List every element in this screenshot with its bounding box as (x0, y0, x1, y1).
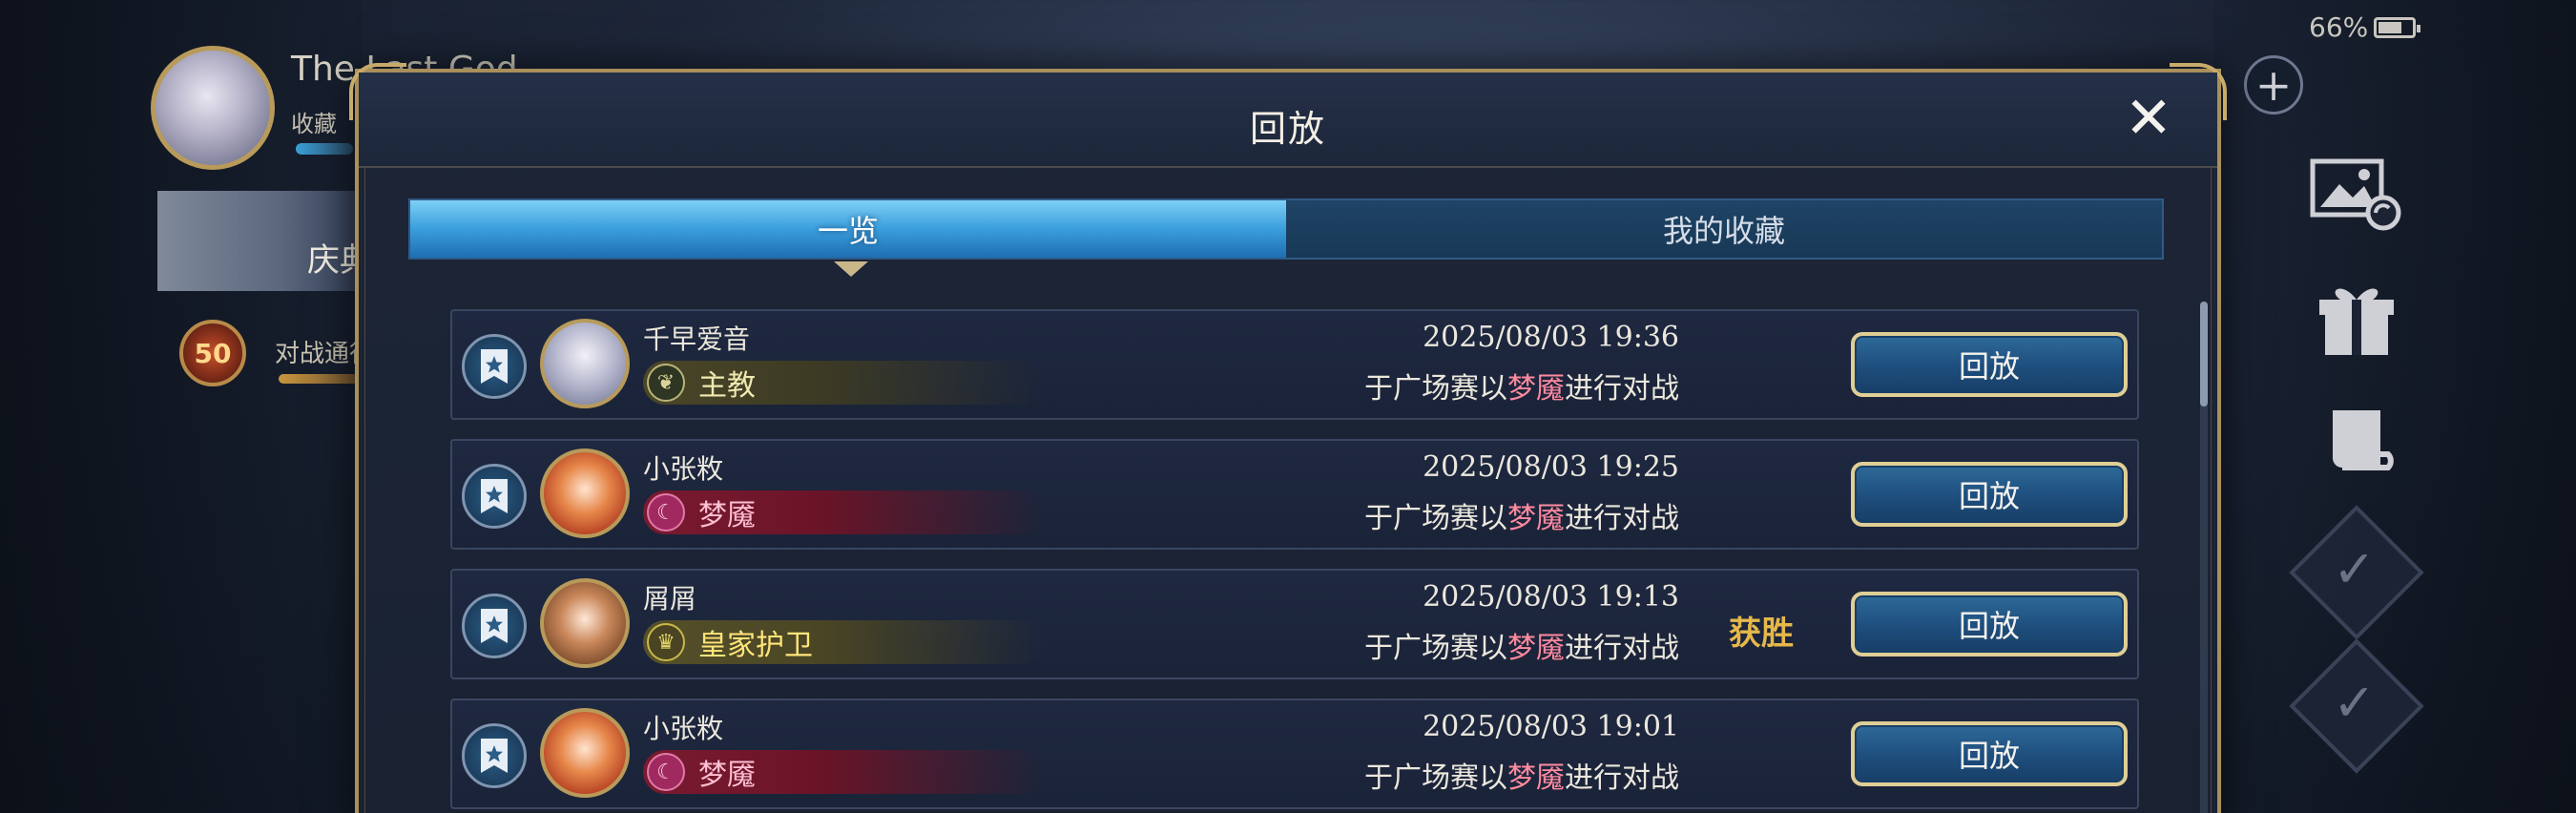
photo-refresh-icon[interactable] (2309, 157, 2404, 234)
profile-subtitle: 收藏 (291, 111, 337, 137)
desc-suffix: 进行对战 (1565, 761, 1679, 795)
class-tag: ♛ 皇家护卫 (643, 620, 1044, 664)
scroll-icon[interactable] (2314, 401, 2399, 487)
close-button[interactable]: ✕ (2122, 90, 2175, 147)
replay-row: 千早爱音 ❦ 主教 2025/08/03 19:36 于广场赛以梦魇进行对战 回… (450, 309, 2139, 420)
match-description: 于广场赛以梦魇进行对战 (1364, 494, 1679, 536)
match-description: 于广场赛以梦魇进行对战 (1364, 754, 1679, 796)
deck-name: 梦魇 (1507, 761, 1565, 795)
class-name: 主教 (698, 369, 756, 403)
opponent-name: 小张敉 (643, 713, 724, 744)
tab-overview[interactable]: 一览 (410, 200, 1286, 258)
replay-row: 小张敉 ☾ 梦魇 2025/08/03 19:25 于广场赛以梦魇进行对战 回放 (450, 439, 2139, 550)
deck-name: 梦魇 (1507, 632, 1565, 665)
replay-button[interactable]: 回放 (1851, 592, 2128, 657)
modal-title: 回放 (1249, 108, 1326, 150)
crown-icon: ♛ (647, 623, 685, 661)
class-name: 梦魇 (698, 499, 756, 532)
scroll-thumb[interactable] (2200, 302, 2208, 406)
desc-suffix: 进行对战 (1565, 632, 1679, 665)
class-name: 皇家护卫 (698, 629, 813, 662)
opponent-avatar (540, 578, 630, 668)
replay-row: 小张敉 ☾ 梦魇 2025/08/03 19:01 于广场赛以梦魇进行对战 回放 (450, 698, 2139, 809)
opponent-name: 小张敉 (643, 453, 724, 485)
desc-prefix: 于广场赛以 (1364, 502, 1507, 535)
scrollbar[interactable] (2200, 302, 2208, 813)
check-icon: ✓ (2333, 539, 2377, 599)
opponent-avatar (540, 319, 630, 408)
match-datetime: 2025/08/03 19:36 (1423, 321, 1679, 354)
leaf-icon: ❦ (647, 364, 685, 402)
class-tag: ❦ 主教 (643, 361, 1044, 405)
class-tag: ☾ 梦魇 (643, 750, 1044, 794)
battery-icon (2374, 16, 2421, 38)
modal-header: 回放 ✕ (359, 73, 2217, 168)
battery-indicator: 66% (2309, 11, 2421, 43)
profile-progress-bar (296, 143, 353, 155)
check-icon: ✓ (2333, 673, 2377, 733)
replay-list: 千早爱音 ❦ 主教 2025/08/03 19:36 于广场赛以梦魇进行对战 回… (450, 309, 2139, 813)
bookmark-star-icon (481, 479, 508, 513)
favorite-button[interactable] (462, 334, 527, 399)
nightmare-icon: ☾ (647, 753, 685, 791)
favorite-button[interactable] (462, 464, 527, 529)
bookmark-star-icon (481, 739, 508, 773)
replay-button[interactable]: 回放 (1851, 332, 2128, 397)
pass-level-badge[interactable]: 50 (179, 320, 246, 386)
tab-bar: 一览 我的收藏 (408, 198, 2164, 260)
replay-button[interactable]: 回放 (1851, 721, 2128, 786)
bookmark-star-icon (481, 349, 508, 384)
battery-percent: 66% (2309, 11, 2369, 43)
profile-avatar[interactable] (151, 46, 275, 170)
add-icon[interactable]: + (2244, 55, 2303, 115)
desc-prefix: 于广场赛以 (1364, 632, 1507, 665)
tab-my-favorites[interactable]: 我的收藏 (1286, 200, 2162, 258)
desc-prefix: 于广场赛以 (1364, 761, 1507, 795)
match-description: 于广场赛以梦魇进行对战 (1364, 624, 1679, 666)
class-tag: ☾ 梦魇 (643, 490, 1044, 534)
class-name: 梦魇 (698, 759, 756, 792)
gift-icon[interactable] (2314, 277, 2399, 363)
result-label: 获胜 (1729, 615, 1794, 653)
deck-name: 梦魇 (1507, 502, 1565, 535)
opponent-avatar (540, 448, 630, 538)
opponent-name: 屑屑 (643, 583, 697, 615)
deck-name: 梦魇 (1507, 372, 1565, 406)
desc-suffix: 进行对战 (1565, 502, 1679, 535)
nightmare-icon: ☾ (647, 493, 685, 532)
match-description: 于广场赛以梦魇进行对战 (1364, 365, 1679, 406)
pass-progress-bar (279, 374, 363, 384)
match-datetime: 2025/08/03 19:13 (1423, 580, 1679, 614)
replay-modal: 回放 ✕ 一览 我的收藏 千早爱音 ❦ 主教 2025/08/03 19:36 … (349, 63, 2227, 813)
match-datetime: 2025/08/03 19:25 (1423, 450, 1679, 484)
desc-suffix: 进行对战 (1565, 372, 1679, 406)
desc-prefix: 于广场赛以 (1364, 372, 1507, 406)
replay-button[interactable]: 回放 (1851, 462, 2128, 527)
favorite-button[interactable] (462, 594, 527, 658)
match-datetime: 2025/08/03 19:01 (1423, 710, 1679, 743)
opponent-avatar (540, 708, 630, 798)
opponent-name: 千早爱音 (643, 323, 751, 355)
favorite-button[interactable] (462, 723, 527, 788)
active-tab-pointer (834, 261, 868, 277)
menu-grid-icon[interactable] (2320, 52, 2397, 121)
replay-row: 屑屑 ♛ 皇家护卫 2025/08/03 19:13 于广场赛以梦魇进行对战 获… (450, 569, 2139, 679)
bookmark-star-icon (481, 609, 508, 643)
